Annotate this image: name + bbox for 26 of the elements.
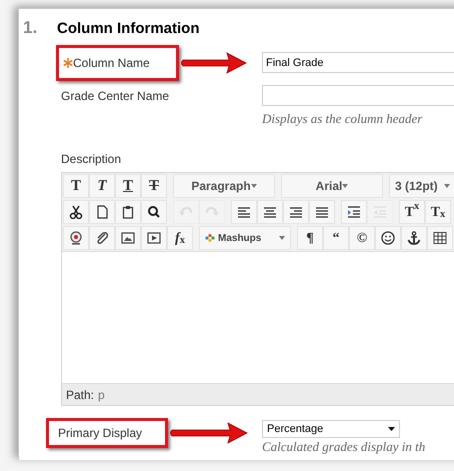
field-label: Description [61,151,122,168]
format-button[interactable]: T [115,174,141,198]
field-label: Column Name [73,54,150,72]
dropdown-button[interactable]: Paragraph [173,174,275,198]
section-title: Column Information [57,19,200,39]
field-label: Grade Center Name [61,88,170,104]
path-value: p [98,386,105,404]
hint-text: Displays as the column header [262,110,424,128]
toolbar-button[interactable]: © [349,226,375,250]
select-field[interactable]: Percentage [262,420,400,438]
format-button[interactable]: T [89,174,115,198]
dropdown-button[interactable]: 3 (12pt) [389,174,454,198]
text-field[interactable]: Final Grade [262,52,454,73]
section-number: 1. [23,17,38,39]
toolbar-button[interactable]: T$^{x}$ [399,200,425,224]
toolbar-button[interactable]: “ [323,226,349,250]
path-label: Path: [66,386,94,404]
hint-text: Calculated grades display in th [262,439,426,454]
field-label: Primary Display [58,425,142,442]
toolbar-button[interactable]: T$_{x}$ [425,200,451,224]
format-button[interactable]: T [63,174,89,198]
toolbar-button[interactable]: f$_{x}$ [167,226,193,250]
toolbar-button[interactable]: ¶ [297,226,323,250]
dropdown-button[interactable]: Mashups [199,226,291,250]
dropdown-button[interactable]: Arial [281,174,383,198]
format-button[interactable]: T [141,174,167,198]
